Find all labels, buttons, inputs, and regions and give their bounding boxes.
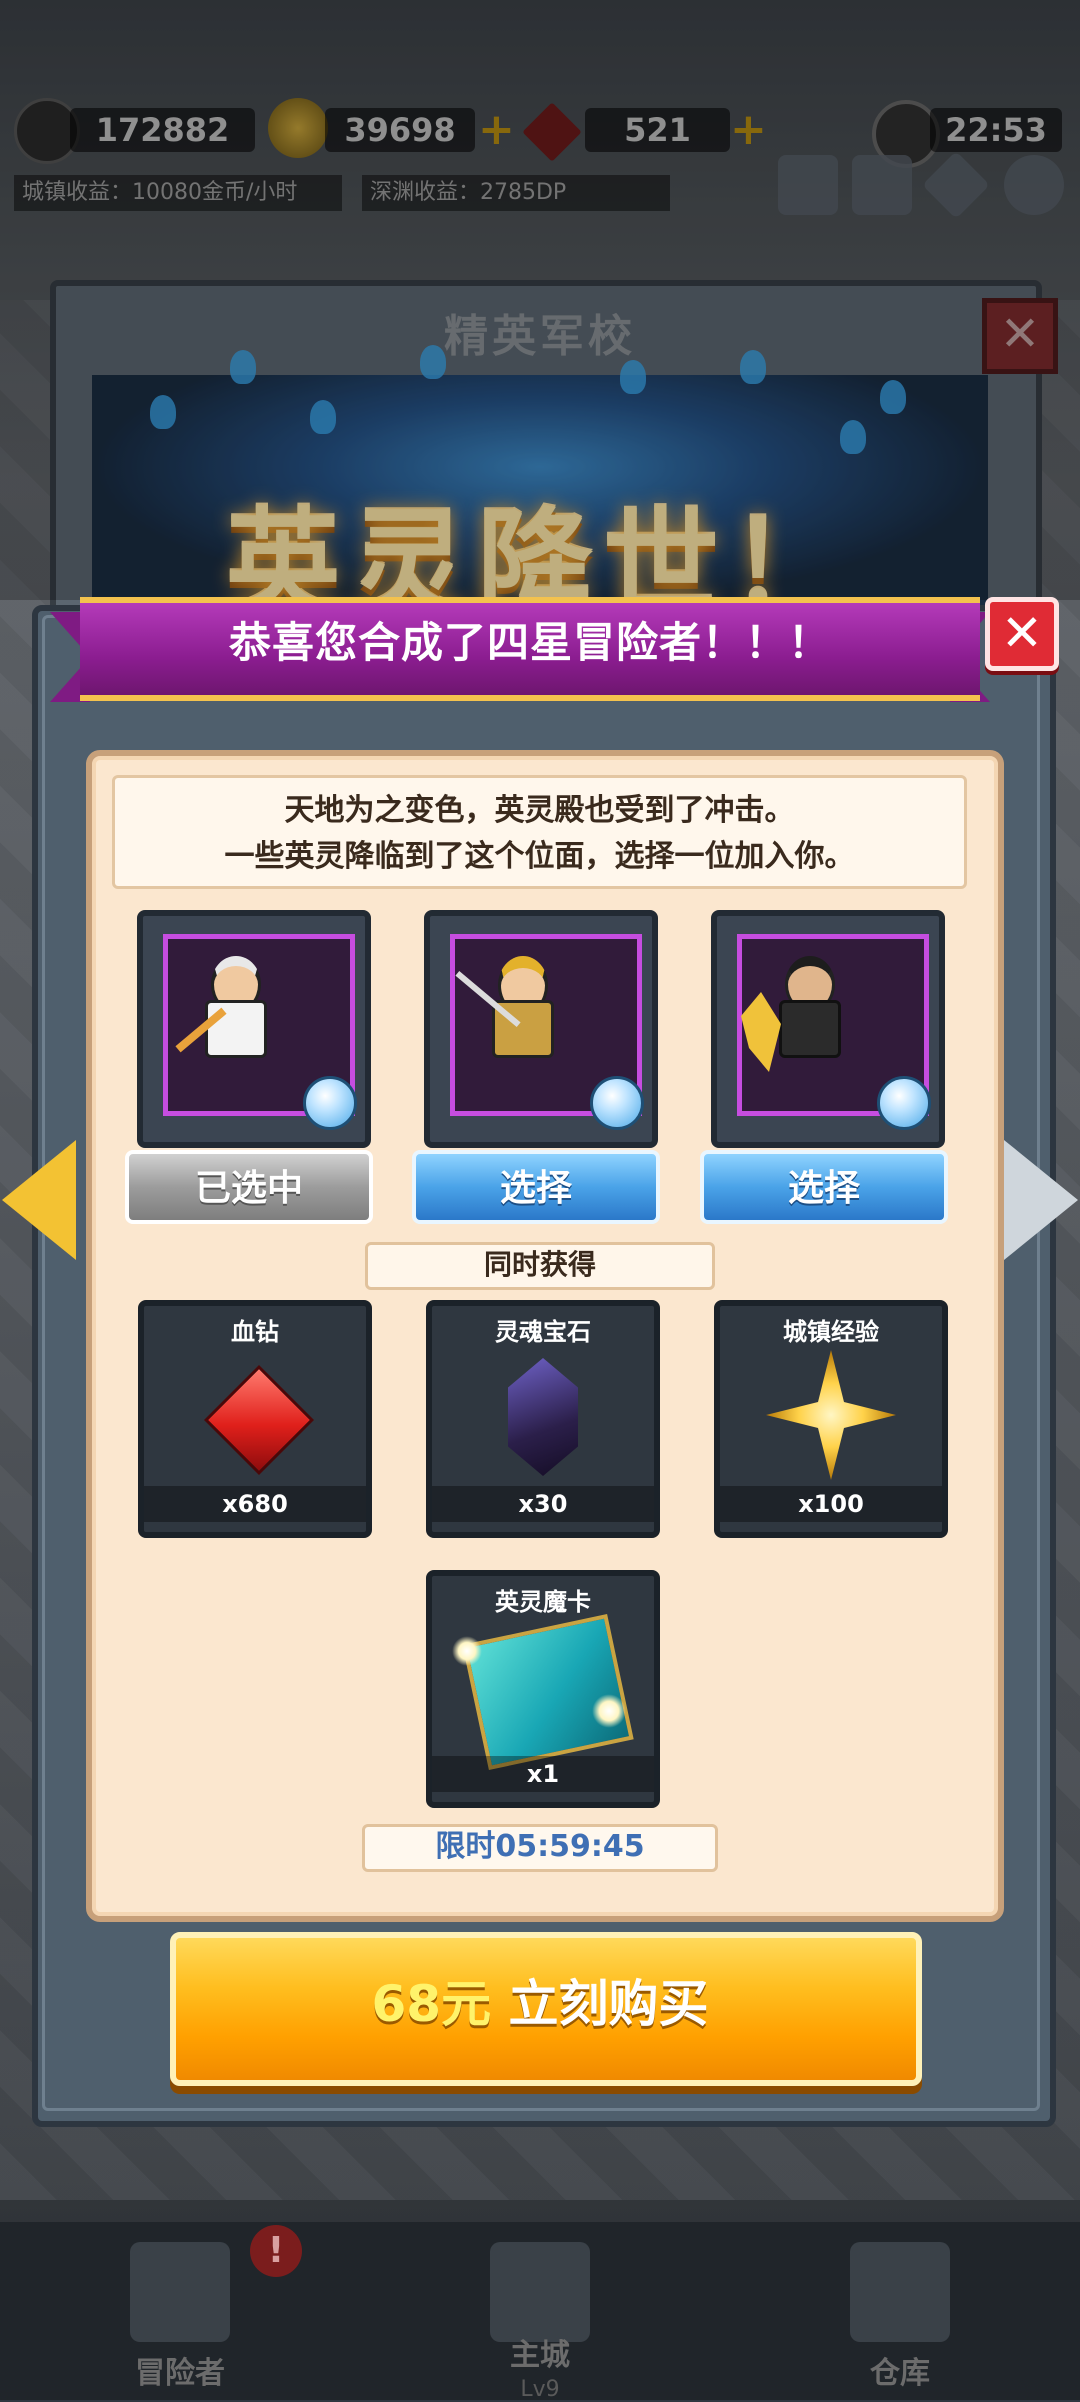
next-arrow-icon[interactable] bbox=[1004, 1140, 1078, 1260]
reward-name: 灵魂宝石 bbox=[495, 1318, 591, 1346]
reward-name: 城镇经验 bbox=[783, 1318, 879, 1346]
reward-name: 血钻 bbox=[231, 1318, 279, 1346]
hero-3-sprite bbox=[767, 956, 847, 1058]
hero-card-2[interactable] bbox=[424, 910, 658, 1148]
hero-2-select-button[interactable]: 选择 bbox=[412, 1150, 660, 1224]
town-exp-star-icon bbox=[766, 1350, 896, 1480]
limited-time-timer: 限时05:59:45 bbox=[362, 1824, 718, 1872]
congrats-text: 恭喜您合成了四星冒险者！！！ bbox=[228, 618, 831, 667]
reward-qty: x680 bbox=[222, 1490, 288, 1518]
overlay-dim bbox=[0, 0, 1080, 600]
reward-qty: x100 bbox=[798, 1490, 864, 1518]
reward-name: 英灵魔卡 bbox=[495, 1588, 591, 1616]
buy-price: 68元 bbox=[371, 1975, 492, 2033]
soul-orb-icon bbox=[590, 1076, 644, 1130]
hero-magic-card-icon bbox=[462, 1614, 634, 1770]
notification-badge: ! bbox=[250, 2225, 302, 2277]
nav-label: 冒险者 bbox=[135, 2356, 225, 2391]
nav-warehouse[interactable]: 仓库 bbox=[720, 2222, 1080, 2400]
hero-1-sprite bbox=[193, 956, 273, 1058]
reward-hero-card: 英灵魔卡 x1 bbox=[426, 1570, 660, 1808]
castle-icon bbox=[490, 2242, 590, 2342]
story-message: 天地为之变色，英灵殿也受到了冲击。 一些英灵降临到了这个位面，选择一位加入你。 bbox=[112, 775, 967, 889]
nav-label: 仓库 bbox=[870, 2356, 930, 2391]
red-diamond-icon bbox=[204, 1365, 314, 1475]
soul-orb-icon bbox=[877, 1076, 931, 1130]
hero-card-3[interactable] bbox=[711, 910, 945, 1148]
sparkle-icon bbox=[452, 1636, 482, 1666]
warehouse-icon bbox=[850, 2242, 950, 2342]
story-line-2: 一些英灵降临到了这个位面，选择一位加入你。 bbox=[224, 839, 855, 874]
hero-1-selected-button[interactable]: 已选中 bbox=[125, 1150, 373, 1224]
also-get-label: 同时获得 bbox=[365, 1242, 715, 1290]
buy-now-label[interactable]: 68元 立刻购买 bbox=[170, 1966, 910, 2042]
sparkle-icon bbox=[592, 1694, 626, 1728]
reward-qty: x1 bbox=[526, 1760, 560, 1788]
previous-arrow-icon[interactable] bbox=[2, 1140, 76, 1260]
adventurer-icon bbox=[130, 2242, 230, 2342]
hero-3-select-button[interactable]: 选择 bbox=[700, 1150, 948, 1224]
soul-orb-icon bbox=[303, 1076, 357, 1130]
buy-action-text: 立刻购买 bbox=[508, 1975, 709, 2033]
story-line-1: 天地为之变色，英灵殿也受到了冲击。 bbox=[284, 793, 795, 828]
reward-red-diamond: 血钻 x680 bbox=[138, 1300, 372, 1538]
nav-city-level: Lv9 bbox=[520, 2377, 560, 2402]
reward-soul-gem: 灵魂宝石 x30 bbox=[426, 1300, 660, 1538]
reward-town-exp: 城镇经验 x100 bbox=[714, 1300, 948, 1538]
nav-main-city[interactable]: 主城 Lv9 bbox=[360, 2222, 720, 2402]
soul-gem-icon bbox=[508, 1358, 578, 1476]
hero-card-1[interactable] bbox=[137, 910, 371, 1148]
reward-qty: x30 bbox=[518, 1490, 568, 1518]
close-icon[interactable]: ✕ bbox=[985, 597, 1059, 671]
nav-adventurers[interactable]: 冒险者 bbox=[0, 2222, 360, 2400]
nav-label: 主城 bbox=[510, 2338, 570, 2373]
